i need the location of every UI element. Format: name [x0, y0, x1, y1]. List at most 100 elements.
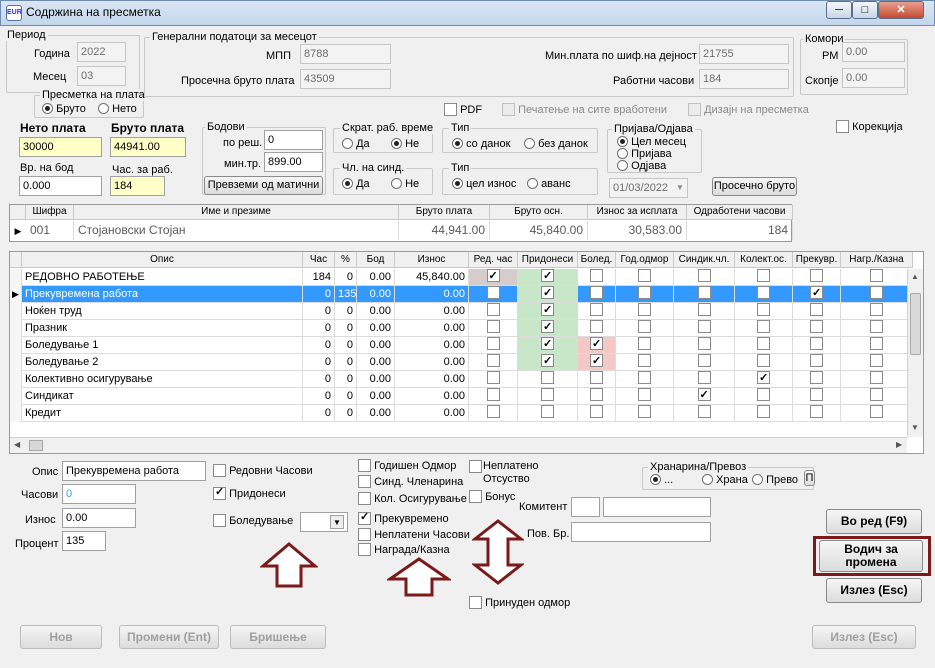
table-row[interactable]: РЕДОВНО РАБОТЕЊЕ 184 0 0.00 45,840.00 [10, 269, 913, 286]
scroll-down-icon[interactable]: ▼ [911, 423, 919, 432]
ref-number-field[interactable] [571, 522, 711, 542]
design-option[interactable]: Дизајн на пресметка [688, 103, 809, 117]
checkbox-cell[interactable] [674, 286, 735, 303]
checkbox-cell[interactable] [469, 371, 518, 388]
minimize-button[interactable]: ─ [826, 1, 852, 19]
shortened-yes-option[interactable]: Да [342, 138, 370, 151]
komitent-name-field[interactable] [603, 497, 711, 517]
synd-fee-option[interactable]: Синд. Членарина [358, 475, 463, 489]
checkbox-cell[interactable] [735, 405, 793, 422]
table-row[interactable]: Боледување 1 0 0 0.00 0.00 [10, 337, 913, 354]
skopje-field[interactable]: 0.00 [842, 68, 905, 88]
exit-bottom-button[interactable]: Излез (Esc) [812, 625, 916, 649]
bonus-option[interactable]: Бонус [469, 490, 515, 504]
maximize-button[interactable]: □ [852, 1, 878, 19]
scroll-right-icon[interactable]: ▶ [896, 440, 902, 449]
table-row[interactable]: Синдикат 0 0 0.00 0.00 [10, 388, 913, 405]
vertical-scrollbar[interactable]: ▲ ▼ [907, 269, 923, 437]
meal-food-option[interactable]: Храна [702, 474, 748, 487]
checkbox-cell[interactable] [674, 405, 735, 422]
checkbox-cell[interactable] [518, 286, 578, 303]
deregistration-option[interactable]: Одјава [617, 160, 666, 173]
table-row[interactable]: ▶ Прекувремена работа 0 135 0.00 0.00 [10, 286, 913, 303]
unpaid-absence-option[interactable] [469, 460, 482, 474]
checkbox-cell[interactable] [841, 269, 913, 286]
work-hours-field[interactable]: 184 [699, 69, 789, 89]
checkbox-cell[interactable] [735, 303, 793, 320]
checkbox-cell[interactable] [518, 371, 578, 388]
checkbox-cell[interactable] [841, 388, 913, 405]
checkbox-cell[interactable] [674, 303, 735, 320]
checkbox-cell[interactable] [469, 320, 518, 337]
meal-none-option[interactable]: ... [650, 474, 673, 487]
checkbox-cell[interactable] [616, 269, 674, 286]
checkbox-cell[interactable] [578, 269, 616, 286]
checkbox-cell[interactable] [841, 337, 913, 354]
checkbox-cell[interactable] [793, 286, 841, 303]
checkbox-cell[interactable] [616, 354, 674, 371]
scroll-thumb[interactable] [910, 293, 921, 355]
checkbox-cell[interactable] [578, 388, 616, 405]
checkbox-cell[interactable] [469, 286, 518, 303]
point-value-field[interactable]: 0.000 [19, 176, 102, 196]
checkbox-cell[interactable] [518, 354, 578, 371]
checkbox-cell[interactable] [518, 405, 578, 422]
checkbox-cell[interactable] [578, 320, 616, 337]
checkbox-cell[interactable] [674, 320, 735, 337]
checkbox-cell[interactable] [518, 388, 578, 405]
checkbox-cell[interactable] [674, 388, 735, 405]
komitent-code-field[interactable] [571, 497, 600, 517]
checkbox-cell[interactable] [469, 303, 518, 320]
checkbox-cell[interactable] [735, 388, 793, 405]
checkbox-cell[interactable] [841, 354, 913, 371]
checkbox-cell[interactable] [469, 354, 518, 371]
checkbox-cell[interactable] [841, 303, 913, 320]
checkbox-cell[interactable] [616, 286, 674, 303]
rm-field[interactable]: 0.00 [842, 42, 905, 62]
checkbox-cell[interactable] [469, 405, 518, 422]
hours-work-field[interactable]: 184 [110, 176, 165, 196]
checkbox-cell[interactable] [578, 286, 616, 303]
checkbox-cell[interactable] [578, 371, 616, 388]
checkbox-cell[interactable] [793, 405, 841, 422]
print-all-option[interactable]: Печатење на сите вработени [502, 103, 667, 117]
checkbox-cell[interactable] [616, 337, 674, 354]
checkbox-cell[interactable] [469, 337, 518, 354]
net-field[interactable]: 30000 [19, 137, 102, 157]
checkbox-cell[interactable] [616, 371, 674, 388]
change-guide-button[interactable]: Водич за промена [819, 540, 923, 572]
checkbox-cell[interactable] [674, 354, 735, 371]
table-row[interactable]: Празник 0 0 0.00 0.00 [10, 320, 913, 337]
bruto-option[interactable]: Бруто [42, 103, 86, 116]
hscroll-thumb[interactable] [29, 440, 43, 451]
horizontal-scrollbar[interactable]: ◀ ▶ [10, 437, 907, 453]
take-from-master-button[interactable]: Превземи од матични [204, 176, 323, 195]
checkbox-cell[interactable] [674, 269, 735, 286]
syndicate-yes-option[interactable]: Да [342, 178, 370, 191]
full-amount-option[interactable]: цел износ [452, 178, 516, 191]
checkbox-cell[interactable] [841, 286, 913, 303]
year-field[interactable]: 2022 [77, 42, 126, 62]
table-row[interactable]: Колективно осигурување 0 0 0.00 0.00 [10, 371, 913, 388]
checkbox-cell[interactable] [841, 371, 913, 388]
checkbox-cell[interactable] [793, 320, 841, 337]
checkbox-cell[interactable] [578, 354, 616, 371]
checkbox-cell[interactable] [793, 371, 841, 388]
checkbox-cell[interactable] [616, 388, 674, 405]
correction-option[interactable]: Корекција [836, 120, 903, 134]
table-row[interactable]: Ноќен труд 0 0 0.00 0.00 [10, 303, 913, 320]
collective-insurance-option[interactable]: Кол. Осигурување [358, 492, 467, 506]
min-tr-field[interactable]: 899.00 [264, 152, 323, 172]
shortened-no-option[interactable]: Не [391, 138, 419, 151]
checkbox-cell[interactable] [518, 337, 578, 354]
table-row[interactable]: Кредит 0 0 0.00 0.00 [10, 405, 913, 422]
without-tax-option[interactable]: без данок [524, 138, 588, 151]
chevron-down-icon[interactable]: ▼ [330, 515, 344, 529]
gross-field[interactable]: 44941.00 [110, 137, 186, 157]
table-row[interactable]: Боледување 2 0 0 0.00 0.00 [10, 354, 913, 371]
annual-leave-option[interactable]: Годишен Одмор [358, 459, 456, 473]
new-button[interactable]: Нов [20, 625, 102, 649]
checkbox-cell[interactable] [735, 286, 793, 303]
checkbox-cell[interactable] [518, 320, 578, 337]
checkbox-cell[interactable] [735, 337, 793, 354]
